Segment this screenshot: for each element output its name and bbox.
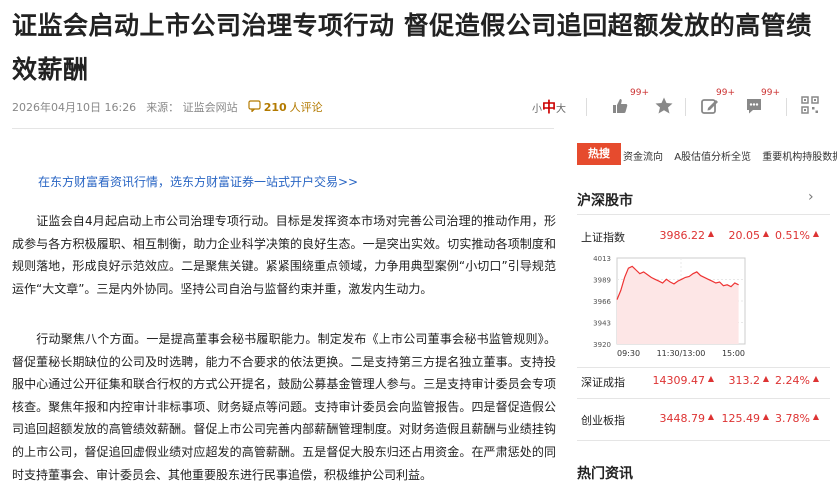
paragraph-text: 行动聚焦八个方面。一是提高董事会秘书履职能力。制定发布《上市公司董事会秘书监管规…: [12, 332, 556, 482]
index-percent: 3.78%: [775, 412, 810, 425]
intraday-chart[interactable]: 4013 3989 3966 3943 3920 09:30 11:30/13:00 15:0…: [577, 252, 830, 364]
x-tick-label: 09:30: [617, 349, 640, 358]
share-badge: 99+: [716, 88, 735, 98]
hot-search-links: 资金流向 A股估值分析全览 重要机构持股数据: [623, 148, 837, 163]
x-tick-label: 15:00: [722, 349, 745, 358]
market-section-title: 沪深股市: [577, 193, 633, 209]
toolbar-divider: [586, 98, 587, 116]
index-name: 上证指数: [581, 231, 625, 244]
chevron-right-icon[interactable]: ›: [808, 189, 814, 205]
up-arrow-icon: ▲: [707, 229, 714, 238]
y-tick-label: 3989: [593, 277, 611, 285]
index-change: 313.2: [728, 374, 761, 387]
index-percent: 0.51%: [775, 229, 810, 242]
up-arrow-icon: ▲: [707, 412, 714, 421]
up-arrow-icon: ▲: [707, 374, 714, 383]
index-row-cyb[interactable]: 创业板指 3448.79 ▲ 125.49 ▲ 3.78% ▲: [577, 412, 822, 432]
index-percent: 2.24%: [775, 374, 810, 387]
font-size-switch: 小中大: [532, 97, 566, 117]
section-divider: [577, 214, 830, 215]
index-name: 创业板指: [581, 414, 625, 427]
index-value: 3986.22: [659, 229, 706, 242]
comment-bubble-icon[interactable]: [742, 96, 766, 118]
comment-suffix: 人评论: [289, 101, 323, 114]
y-tick-label: 3920: [593, 341, 611, 349]
edit-note-icon[interactable]: [698, 96, 722, 118]
article-date: 2026年04月10日 16:26: [12, 101, 137, 114]
toolbar-divider: [786, 98, 787, 116]
article-title: 证监会启动上市公司治理专项行动 督促造假公司追回超额发放的高管绩效薪酬: [12, 11, 812, 84]
hot-link[interactable]: 重要机构持股数据: [762, 152, 837, 163]
intraday-chart-svg: 4013 3989 3966 3943 3920 09:30 11:30/13:00 15:0…: [593, 255, 746, 358]
hot-search-bar: 热搜 资金流向 A股估值分析全览 重要机构持股数据: [577, 143, 837, 167]
thumbs-up-icon[interactable]: [608, 96, 632, 118]
font-large-button[interactable]: 大: [556, 104, 566, 115]
hot-link[interactable]: 资金流向: [623, 152, 663, 163]
up-arrow-icon: ▲: [762, 412, 769, 421]
qrcode-icon[interactable]: [798, 96, 822, 118]
like-badge: 99+: [630, 88, 649, 98]
article-paragraph-1: 证监会自4月起启动上市公司治理专项行动。目标是发挥资本市场对完善公司治理的推动作…: [12, 210, 556, 300]
up-arrow-icon: ▲: [812, 229, 819, 238]
ad-link[interactable]: 在东方财富看资讯行情，选东方财富证券一站式开户交易>>: [38, 173, 358, 190]
title-divider: [12, 128, 554, 129]
comment-count-link[interactable]: 210 人评论: [248, 99, 323, 115]
index-name: 深证成指: [581, 376, 625, 389]
up-arrow-icon: ▲: [762, 374, 769, 383]
y-tick-label: 4013: [593, 255, 611, 263]
font-small-button[interactable]: 小: [532, 104, 542, 115]
section-divider: [577, 398, 830, 399]
up-arrow-icon: ▲: [812, 412, 819, 421]
section-divider: [577, 367, 830, 368]
hot-link[interactable]: A股估值分析全览: [674, 152, 751, 163]
index-row-sh[interactable]: 上证指数 3986.22 ▲ 20.05 ▲ 0.51% ▲: [577, 229, 822, 249]
y-tick-label: 3943: [593, 320, 611, 328]
article-meta: 2026年04月10日 16:26 来源： 证监会网站 210 人评论: [12, 99, 323, 115]
article-toolbar: 小中大 99+ 99+ 99+: [528, 88, 833, 122]
comment-icon: [248, 99, 261, 115]
up-arrow-icon: ▲: [812, 374, 819, 383]
index-row-sz[interactable]: 深证成指 14309.47 ▲ 313.2 ▲ 2.24% ▲: [577, 374, 822, 394]
index-value: 3448.79: [659, 412, 706, 425]
comment-count: 210: [263, 100, 287, 114]
paragraph-text: 证监会自4月起启动上市公司治理专项行动。目标是发挥资本市场对完善公司治理的推动作…: [12, 214, 556, 296]
article-source: 来源： 证监会网站: [146, 101, 238, 114]
index-change: 20.05: [728, 229, 761, 242]
comment-badge: 99+: [761, 88, 780, 98]
section-divider: [577, 440, 830, 441]
y-tick-label: 3966: [593, 298, 611, 306]
star-icon[interactable]: [652, 96, 676, 118]
chart-area: [617, 266, 739, 344]
index-value: 14309.47: [652, 374, 706, 387]
article-paragraph-2: 行动聚焦八个方面。一是提高董事会秘书履职能力。制定发布《上市公司董事会秘书监管规…: [12, 328, 556, 486]
up-arrow-icon: ▲: [762, 229, 769, 238]
index-change: 125.49: [721, 412, 761, 425]
hot-search-tag: 热搜: [577, 143, 621, 165]
hot-info-title: 热门资讯: [577, 466, 633, 482]
font-mid-button[interactable]: 中: [542, 100, 556, 116]
toolbar-divider: [685, 98, 686, 116]
x-tick-label: 11:30/13:00: [657, 349, 706, 358]
